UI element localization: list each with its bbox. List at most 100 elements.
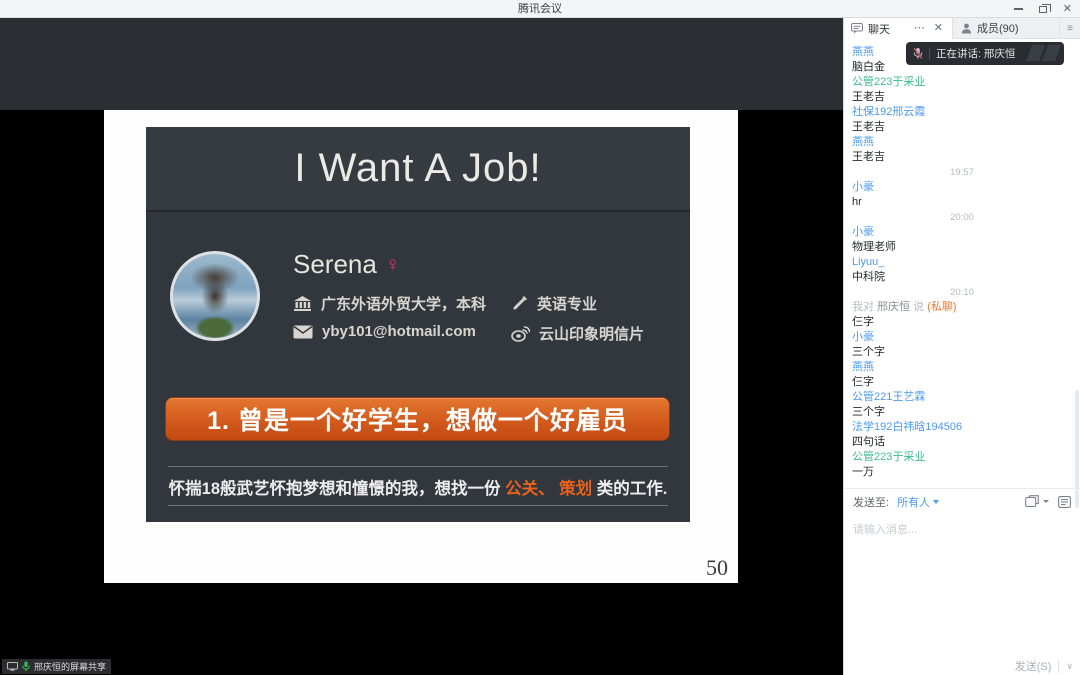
chevron-shape — [1042, 45, 1061, 61]
tab-members[interactable]: 成员(90) — [952, 18, 1059, 39]
send-button[interactable]: 发送(S) — [1015, 658, 1052, 674]
microphone-muted-icon — [913, 47, 923, 60]
email-row: yby101@hotmail.com — [293, 323, 476, 340]
slide-page-number: 50 — [706, 555, 728, 581]
window-controls: ✕ — [1014, 0, 1072, 18]
pen-icon — [511, 295, 528, 312]
education-text: 广东外语外贸大学，本科 — [321, 293, 486, 314]
university-icon — [293, 295, 312, 312]
chat-message-text: 中科院 — [852, 270, 1072, 285]
tab-members-label: 成员(90) — [977, 20, 1019, 36]
chat-message-text: 仨字 — [852, 315, 1072, 330]
email-text: yby101@hotmail.com — [322, 323, 476, 340]
restore-icon — [1039, 6, 1047, 13]
chat-sender-name: 社保192邢云霞 — [852, 105, 1072, 120]
chat-panel: 聊天 ⋯ ✕ 成员(90) ≡ 燕燕脑白金公管223于采业王老吉社保192邢云霞… — [843, 18, 1080, 675]
send-to-label: 发送至: — [853, 494, 889, 510]
private-header-part: 说 — [910, 301, 924, 313]
speaking-toast-text: 正在讲话: 邢庆恒 — [936, 46, 1015, 61]
chat-history-button[interactable] — [1058, 496, 1071, 508]
close-button[interactable]: ✕ — [1063, 4, 1072, 15]
education-row: 广东外语外贸大学，本科 — [293, 293, 486, 314]
monitor-icon — [7, 662, 18, 671]
chat-timestamp: 19:57 — [852, 165, 1072, 180]
chevron-down-icon[interactable] — [1043, 500, 1049, 503]
private-message-header: 我对 邢庆恒 说 (私聊) — [852, 300, 1072, 315]
separator-line-top — [168, 466, 668, 467]
app-window: 腾讯会议 ✕ I Want A Job! Serena ♀ — [0, 0, 1080, 675]
restore-button[interactable] — [1039, 6, 1047, 13]
statement-highlight-2: 策划 — [555, 480, 593, 498]
screen-share-indicator[interactable]: 邢庆恒的屏幕共享 — [2, 659, 111, 674]
chat-panel-header: 聊天 ⋯ ✕ 成员(90) ≡ — [844, 18, 1080, 39]
slide-banner: 1. 曾是一个好学生，想做一个好雇员 — [165, 397, 670, 441]
chat-message-text: 三个字 — [852, 405, 1072, 420]
send-bar-icons — [1025, 495, 1071, 508]
send-divider — [1058, 660, 1059, 673]
chat-more-button[interactable]: ⋯ — [912, 23, 927, 34]
chat-sender-name: 公管221王艺霖 — [852, 390, 1072, 405]
chevron-down-icon — [933, 500, 939, 504]
minimize-icon — [1014, 8, 1023, 10]
close-icon: ✕ — [1063, 4, 1072, 15]
chat-scrollbar[interactable] — [1075, 390, 1079, 508]
minimize-button[interactable] — [1014, 8, 1023, 10]
toast-decoration — [1026, 45, 1058, 61]
private-tag: (私聊) — [924, 301, 956, 313]
separator-line-bottom — [168, 505, 668, 506]
chat-close-button[interactable]: ✕ — [932, 23, 945, 34]
chat-sender-name: 法学192白祎晗194506 — [852, 420, 1072, 435]
weibo-text: 云山印象明信片 — [539, 323, 644, 344]
send-options-button[interactable]: ∨ — [1066, 661, 1073, 672]
message-input[interactable]: 请输入消息... — [853, 521, 1071, 537]
profile-name: Serena — [293, 249, 377, 280]
statement-pre: 怀揣18般武艺怀抱梦想和憧憬的我，想找一份 — [169, 480, 505, 498]
microphone-active-icon — [22, 661, 30, 672]
weibo-row: 云山印象明信片 — [511, 323, 644, 344]
chat-sender-name: 小豪 — [852, 225, 1072, 240]
chat-message-text: 四句话 — [852, 435, 1072, 450]
weibo-icon — [511, 326, 530, 342]
envelope-icon — [293, 325, 313, 339]
tab-chat[interactable]: 聊天 ⋯ ✕ — [844, 18, 952, 39]
female-symbol-icon: ♀ — [385, 253, 401, 277]
chat-sender-name: 小豪 — [852, 330, 1072, 345]
chat-message-text: 三个字 — [852, 345, 1072, 360]
major-text: 英语专业 — [537, 293, 597, 314]
chat-sender-name: Liyuu_ — [852, 255, 1072, 270]
window-title: 腾讯会议 — [0, 0, 1080, 18]
chat-sender-name: 燕燕 — [852, 360, 1072, 375]
major-row: 英语专业 — [511, 293, 597, 314]
statement-post: 类的工作. — [592, 480, 667, 498]
private-header-part: 我对 — [852, 301, 874, 313]
chat-timestamp: 20:10 — [852, 285, 1072, 300]
member-icon — [961, 23, 972, 34]
chat-message-text: hr — [852, 195, 1072, 210]
image-attach-button[interactable] — [1025, 495, 1039, 508]
slide: I Want A Job! Serena ♀ — [146, 127, 690, 522]
slide-statement: 怀揣18般武艺怀抱梦想和憧憬的我，想找一份 公关、 策划 类的工作. — [146, 475, 690, 499]
slide-title-block: I Want A Job! — [146, 127, 690, 212]
presentation-app-band — [0, 18, 843, 110]
private-header-part: 邢庆恒 — [874, 301, 910, 313]
chat-sender-name: 燕燕 — [852, 135, 1072, 150]
window-titlebar: 腾讯会议 ✕ — [0, 0, 1080, 18]
profile-photo — [170, 251, 260, 341]
panel-menu-button[interactable]: ≡ — [1059, 18, 1080, 39]
chat-sender-name: 小豪 — [852, 180, 1072, 195]
chat-sender-name: 公管223于采业 — [852, 75, 1072, 90]
tab-chat-label: 聊天 — [868, 21, 890, 37]
chat-message-list: 燕燕脑白金公管223于采业王老吉社保192邢云霞王老吉燕燕王老吉19:57小豪h… — [844, 39, 1080, 498]
statement-highlight-1: 公关、 — [505, 480, 555, 498]
chat-message-text: 王老吉 — [852, 90, 1072, 105]
slide-title: I Want A Job! — [294, 146, 541, 191]
speaking-toast: 正在讲话: 邢庆恒 — [906, 42, 1064, 65]
chat-message-text: 一万 — [852, 465, 1072, 480]
send-to-value: 所有人 — [897, 494, 930, 510]
send-to-dropdown[interactable]: 所有人 — [897, 494, 939, 510]
slide-canvas: I Want A Job! Serena ♀ — [104, 110, 738, 583]
screen-share-view: I Want A Job! Serena ♀ — [0, 18, 843, 675]
chat-sender-name: 公管223于采业 — [852, 450, 1072, 465]
chat-message-text: 仨字 — [852, 375, 1072, 390]
send-button-group: 发送(S) ∨ — [1015, 658, 1073, 674]
